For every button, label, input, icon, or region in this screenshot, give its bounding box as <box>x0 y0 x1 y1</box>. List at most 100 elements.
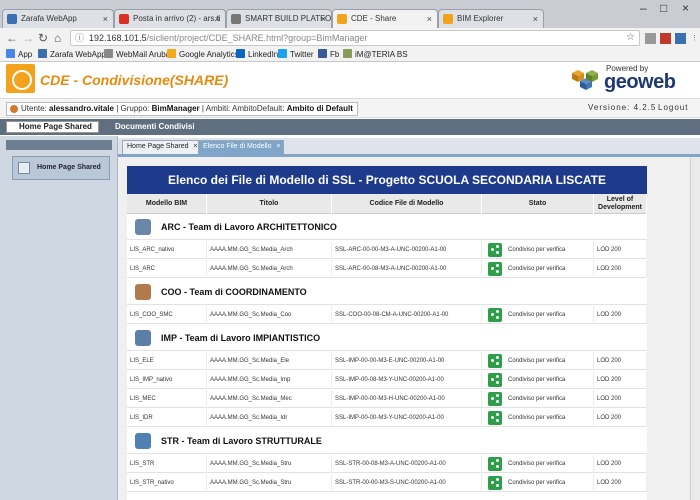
tab-home-page-shared[interactable]: Home Page Shared × <box>122 140 202 154</box>
scrollbar[interactable] <box>690 157 700 500</box>
maximize-icon[interactable]: □ <box>660 0 667 16</box>
share-icon[interactable] <box>488 243 502 257</box>
bookmark-label: WebMail Aruba <box>116 50 171 59</box>
cell-lod: LOD 200 <box>594 409 647 427</box>
close-icon[interactable]: × <box>215 10 220 28</box>
bookmark-zarafa[interactable]: Zarafa WebApp <box>38 49 106 61</box>
table-row[interactable]: LIS_STR_nativo AAAA.MM.GG_Sc.Media_Stru SS… <box>127 474 647 492</box>
table-row[interactable]: LIS_MEC AAAA.MM.GG_Sc.Media_Mec SSL-IMP-00… <box>127 390 647 408</box>
user-bar: Utente: alessandro.vitale | Gruppo: BimM… <box>0 98 700 118</box>
share-icon[interactable] <box>488 308 502 322</box>
content-area: Elenco dei File di Modello di SSL - Prog… <box>118 157 700 500</box>
document-icon <box>18 162 30 174</box>
home-icon[interactable]: ⌂ <box>54 30 61 46</box>
browser-tab-bim-explorer[interactable]: BIM Explorer × <box>438 9 544 29</box>
menu-home-page-shared[interactable]: Home Page Shared <box>6 121 99 133</box>
column-header: Codice File di Modello <box>332 194 482 214</box>
bookmarks-bar: App Zarafa WebApp WebMail Aruba Google A… <box>0 48 700 62</box>
cell-titolo: AAAA.MM.GG_Sc.Media_Arch <box>207 260 332 278</box>
tab-label: Home Page Shared <box>127 143 189 150</box>
extension-icon[interactable] <box>645 33 656 44</box>
reload-icon[interactable]: ↻ <box>38 30 48 46</box>
cell-modello: LIS_IDR <box>127 409 207 427</box>
ambito-name: Ambito di Default <box>286 104 353 113</box>
menu-icon[interactable]: ⋮ <box>689 33 700 44</box>
bookmark-imateria[interactable]: iM@TERIA BS <box>343 49 408 61</box>
cell-titolo: AAAA.MM.GG_Sc.Media_Stru <box>207 455 332 473</box>
group-row: IMP - Team di Lavoro IMPIANTISTICO <box>127 325 647 351</box>
window-close-icon[interactable]: × <box>682 0 689 16</box>
close-icon[interactable]: × <box>321 10 326 28</box>
close-icon[interactable]: × <box>276 141 280 153</box>
bookmark-apps[interactable]: App <box>6 49 32 61</box>
bookmark-label: Zarafa WebApp <box>50 50 106 59</box>
share-icon[interactable] <box>488 411 502 425</box>
browser-tab-zarafa[interactable]: Zarafa WebApp × <box>2 9 114 29</box>
logout-link[interactable]: Logout <box>658 103 688 112</box>
bookmark-analytics[interactable]: Google Analytics <box>167 49 239 61</box>
address-bar[interactable]: ⓘ 192.168.101.5/siclient/project/CDE_SHA… <box>70 30 640 46</box>
url-host: 192.168.101.5 <box>89 33 147 43</box>
share-icon[interactable] <box>488 262 502 276</box>
share-icon[interactable] <box>488 354 502 368</box>
cell-codice: SSL-COO-00-08-CM-A-UNC-00200-A1-00 <box>332 306 482 324</box>
cell-titolo: AAAA.MM.GG_Sc.Media_Idr <box>207 409 332 427</box>
panel-title: Elenco dei File di Modello di SSL - Prog… <box>127 166 647 194</box>
cell-lod: LOD 200 <box>594 371 647 389</box>
table-row[interactable]: LIS_IMP_nativo AAAA.MM.GG_Sc.Media_Imp SSL… <box>127 371 647 389</box>
close-icon[interactable]: × <box>193 141 197 153</box>
extension-icon[interactable] <box>675 33 686 44</box>
menu-documenti-condivisi[interactable]: Documenti Condivisi <box>115 121 195 133</box>
cell-lod: LOD 200 <box>594 390 647 408</box>
cell-modello: LIS_ELE <box>127 352 207 370</box>
close-icon[interactable]: × <box>427 10 432 28</box>
main-menu-bar: Home Page Shared Documenti Condivisi <box>0 119 700 135</box>
back-icon[interactable]: ← <box>6 30 18 46</box>
cell-titolo: AAAA.MM.GG_Sc.Media_Ele <box>207 352 332 370</box>
team-icon <box>135 330 151 346</box>
table-row[interactable]: LIS_ARC_nativo AAAA.MM.GG_Sc.Media_Arch SS… <box>127 241 647 259</box>
cell-titolo: AAAA.MM.GG_Sc.Media_Mec <box>207 390 332 408</box>
column-header: Modello BIM <box>127 194 207 214</box>
page-favicon-icon <box>231 14 241 24</box>
bim-favicon-icon <box>443 14 453 24</box>
browser-tab-mail[interactable]: Posta in arrivo (2) - ars.ti × <box>114 9 226 29</box>
close-icon[interactable]: × <box>533 10 538 28</box>
browser-tab-cde-share[interactable]: CDE - Share × <box>332 9 438 29</box>
user-info: Utente: alessandro.vitale | Gruppo: BimM… <box>6 102 358 116</box>
bookmark-label: iM@TERIA BS <box>355 50 408 59</box>
cell-codice: SSL-IMP-00-00-M3-Y-UNC-00200-A1-00 <box>332 409 482 427</box>
cell-titolo: AAAA.MM.GG_Sc.Media_Stru <box>207 474 332 492</box>
team-icon <box>135 284 151 300</box>
table-row[interactable]: LIS_STR AAAA.MM.GG_Sc.Media_Stru SSL-STR-0… <box>127 455 647 473</box>
bookmark-star-icon[interactable]: ☆ <box>626 32 635 43</box>
gmail-favicon-icon <box>119 14 129 24</box>
extension-icon[interactable] <box>660 33 671 44</box>
table-row[interactable]: LIS_IDR AAAA.MM.GG_Sc.Media_Idr SSL-IMP-00… <box>127 409 647 427</box>
share-icon[interactable] <box>488 476 502 490</box>
close-icon[interactable]: × <box>103 10 108 28</box>
cell-titolo: AAAA.MM.GG_Sc.Media_Coo <box>207 306 332 324</box>
browser-tab-label: SMART BUILD PLATFORM <box>245 14 332 23</box>
cell-modello: LIS_ARC_nativo <box>127 241 207 259</box>
analytics-icon <box>167 49 176 58</box>
bookmark-twitter[interactable]: Twitter <box>278 49 314 61</box>
share-icon[interactable] <box>488 392 502 406</box>
cell-codice: SSL-IMP-00-00-M3-H-UNC-00200-A1-00 <box>332 390 482 408</box>
tab-elenco-file-di-modello[interactable]: Elenco File di Modello × <box>198 140 285 154</box>
minimize-icon[interactable]: – <box>640 0 647 16</box>
share-icon[interactable] <box>488 457 502 471</box>
table-row[interactable]: LIS_ELE AAAA.MM.GG_Sc.Media_Ele SSL-IMP-00… <box>127 352 647 370</box>
sidebar-item-home-page-shared[interactable]: Home Page Shared <box>12 156 110 180</box>
cell-modello: LIS_COO_SMC <box>127 306 207 324</box>
bookmark-linkedin[interactable]: LinkedIn <box>236 49 278 61</box>
bookmark-facebook[interactable]: Fb <box>318 49 339 61</box>
browser-tab-smartbuild[interactable]: SMART BUILD PLATFORM × <box>226 9 332 29</box>
table-row[interactable]: LIS_COO_SMC AAAA.MM.GG_Sc.Media_Coo SSL-CO… <box>127 306 647 324</box>
share-icon[interactable] <box>488 373 502 387</box>
table-row[interactable]: LIS_ARC AAAA.MM.GG_Sc.Media_Arch SSL-ARC-0… <box>127 260 647 278</box>
sidebar: Home Page Shared <box>0 136 118 500</box>
cell-lod: LOD 200 <box>594 260 647 278</box>
forward-icon[interactable]: → <box>22 30 34 46</box>
bookmark-webmail[interactable]: WebMail Aruba <box>104 49 170 61</box>
